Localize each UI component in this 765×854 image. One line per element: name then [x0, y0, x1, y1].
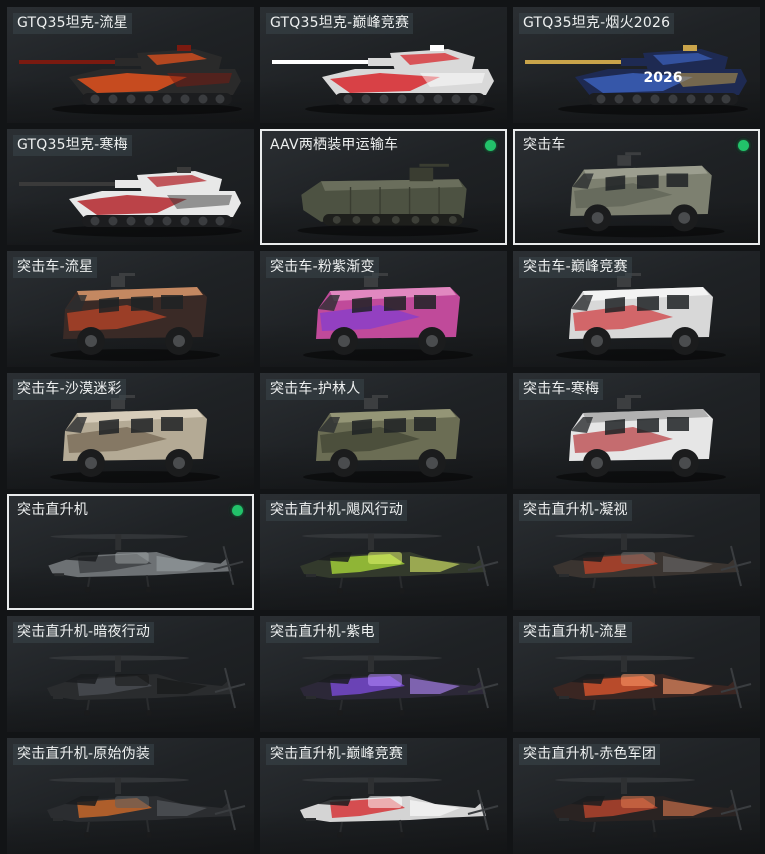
skin-card-1[interactable]: GTQ35坦克-流星: [7, 7, 254, 123]
skin-card-label: AAV两栖装甲运输车: [270, 137, 399, 153]
skin-card-label: 突击直升机-流星: [519, 622, 632, 643]
skin-card-19[interactable]: 突击直升机-原始伪装: [7, 738, 254, 854]
skin-card-label: GTQ35坦克-烟火2026: [519, 13, 675, 34]
skin-card-20[interactable]: 突击直升机-巅峰竞赛: [260, 738, 507, 854]
skin-card-label: 突击直升机-原始伪装: [13, 744, 155, 765]
skin-card-9[interactable]: 突击车-巅峰竞赛: [513, 251, 760, 367]
skin-card-2[interactable]: GTQ35坦克-巅峰竞赛: [260, 7, 507, 123]
skin-card-label: 突击直升机: [17, 502, 88, 518]
equipped-check-icon: [735, 137, 752, 154]
skin-card-12[interactable]: 突击车-寒梅: [513, 373, 760, 489]
skin-card-label: 突击直升机-巅峰竞赛: [266, 744, 408, 765]
skin-card-label: GTQ35坦克-寒梅: [13, 135, 132, 156]
skin-card-label: 突击车-粉紫渐变: [266, 257, 379, 278]
skin-card-15[interactable]: 突击直升机-凝视: [513, 494, 760, 610]
skin-card-label: 突击直升机-飓风行动: [266, 500, 408, 521]
skin-card-21[interactable]: 突击直升机-赤色军团: [513, 738, 760, 854]
skin-card-label: 突击车-寒梅: [519, 379, 604, 400]
skin-card-16[interactable]: 突击直升机-暗夜行动: [7, 616, 254, 732]
skin-card-7[interactable]: 突击车-流星: [7, 251, 254, 367]
skin-card-label: GTQ35坦克-流星: [13, 13, 132, 34]
skin-card-13[interactable]: 突击直升机: [7, 494, 254, 610]
skin-card-label: 突击车-巅峰竞赛: [519, 257, 632, 278]
skin-card-3[interactable]: 2026 GTQ35坦克-烟火2026: [513, 7, 760, 123]
skin-card-6[interactable]: 突击车: [513, 129, 760, 245]
skin-badge-text: 2026: [644, 70, 683, 86]
skin-card-18[interactable]: 突击直升机-流星: [513, 616, 760, 732]
skin-card-label: 突击车-流星: [13, 257, 98, 278]
skin-card-label: 突击直升机-凝视: [519, 500, 632, 521]
skin-card-label: 突击直升机-紫电: [266, 622, 379, 643]
equipped-check-icon: [482, 137, 499, 154]
skin-card-11[interactable]: 突击车-护林人: [260, 373, 507, 489]
equipped-check-icon: [229, 502, 246, 519]
skin-card-17[interactable]: 突击直升机-紫电: [260, 616, 507, 732]
skin-card-5[interactable]: AAV两栖装甲运输车: [260, 129, 507, 245]
skin-card-label: 突击车-沙漠迷彩: [13, 379, 126, 400]
skin-card-label: 突击车: [523, 137, 566, 153]
skin-card-label: 突击直升机-暗夜行动: [13, 622, 155, 643]
vehicle-skin-grid: GTQ35坦克-流星 GTQ35坦克-巅峰竞赛 2026 GTQ35坦克-烟火2…: [0, 0, 765, 854]
skin-card-14[interactable]: 突击直升机-飓风行动: [260, 494, 507, 610]
skin-card-8[interactable]: 突击车-粉紫渐变: [260, 251, 507, 367]
skin-card-label: GTQ35坦克-巅峰竞赛: [266, 13, 414, 34]
skin-card-4[interactable]: GTQ35坦克-寒梅: [7, 129, 254, 245]
skin-card-label: 突击车-护林人: [266, 379, 365, 400]
skin-card-10[interactable]: 突击车-沙漠迷彩: [7, 373, 254, 489]
skin-card-label: 突击直升机-赤色军团: [519, 744, 661, 765]
